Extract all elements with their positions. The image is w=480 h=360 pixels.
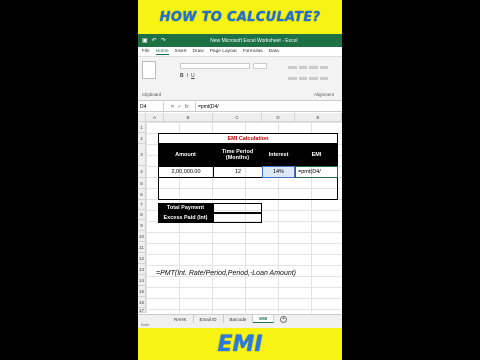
header-emi[interactable]: EMI (295, 144, 338, 166)
header-amount[interactable]: Amount (158, 144, 213, 166)
row-header[interactable]: 3 (138, 144, 146, 166)
add-sheet-icon[interactable]: + (280, 315, 288, 323)
row-header[interactable]: 14 (138, 275, 146, 286)
banner-top: HOW TO CALCULATE? (138, 0, 342, 34)
italic-button[interactable]: I (187, 73, 188, 79)
tab-emi[interactable]: EMI (253, 315, 275, 323)
interest-cell[interactable]: 14% (262, 166, 295, 178)
months-cell[interactable]: 12 (213, 166, 262, 178)
name-box[interactable]: D4 (138, 102, 164, 111)
save-icon[interactable]: ▣ (142, 37, 148, 44)
menu-page-layout[interactable]: Page Layout (210, 49, 237, 54)
total-payment-value[interactable] (213, 203, 262, 213)
excel-title-bar: ▣ ↶ ↷ New Microsoft Excel Worksheet - Ex… (138, 34, 342, 47)
formula-bar: D4 ✕ ✓ fx =pmt(D4/ (138, 102, 342, 112)
ribbon: B I U Clipboard Alignment (138, 57, 342, 101)
column-header-b[interactable]: B (164, 113, 213, 122)
alignment-group-label: Alignment (314, 92, 335, 97)
banner-bottom: EMI (138, 328, 342, 360)
format-buttons: B I U (180, 73, 195, 79)
row-header[interactable]: 2 (138, 133, 146, 144)
column-header-c[interactable]: C (213, 113, 262, 122)
row-header[interactable]: 6 (138, 189, 146, 200)
underline-button[interactable]: U (191, 73, 195, 79)
emi-formula-cell[interactable]: =pmt(D4/ (295, 166, 338, 178)
excess-paid-label[interactable]: Excess Paid (Int) (158, 213, 213, 223)
row-header[interactable]: 12 (138, 253, 146, 264)
window-title: New Microsoft Excel Worksheet - Excel (210, 37, 298, 44)
excess-paid-value[interactable] (213, 213, 262, 223)
menu-file[interactable]: File (142, 49, 150, 54)
row-header[interactable]: 17 (138, 308, 146, 313)
row-header[interactable]: 5 (138, 178, 146, 189)
row-header[interactable]: 16 (138, 297, 146, 308)
select-all-corner[interactable] (138, 113, 146, 122)
bold-button[interactable]: B (180, 73, 184, 79)
clipboard-group-label: Clipboard (142, 92, 162, 97)
emi-title-cell[interactable]: EMI Calculation (158, 133, 338, 144)
tab-rahk[interactable]: RAHK (168, 315, 194, 323)
sheet-tabs: RAHK Email ID Barcode EMI + (138, 314, 342, 323)
table-blank-area (158, 178, 338, 200)
menu-formulas[interactable]: Formulas (243, 49, 263, 54)
column-header-a[interactable]: A (146, 113, 164, 122)
row-header[interactable]: 10 (138, 231, 146, 242)
tab-email-id[interactable]: Email ID (194, 315, 224, 323)
row-header[interactable]: 13 (138, 264, 146, 275)
row-header[interactable]: 15 (138, 286, 146, 297)
row-header[interactable]: 9 (138, 220, 146, 231)
tab-barcode[interactable]: Barcode (224, 315, 254, 323)
row-header[interactable]: 7 (138, 200, 146, 210)
alignment-icons[interactable] (288, 63, 328, 83)
undo-icon[interactable]: ↶ (152, 37, 157, 44)
column-header-e[interactable]: E (295, 113, 342, 122)
header-time-period[interactable]: Time Period (Months) (213, 144, 262, 166)
total-payment-label[interactable]: Total Payment (158, 203, 213, 213)
paste-icon[interactable] (142, 61, 156, 79)
menu-draw[interactable]: Draw (193, 49, 204, 54)
font-name-dropdown[interactable] (180, 63, 250, 69)
menu-insert[interactable]: Insert (175, 49, 187, 54)
menu-home[interactable]: Home (155, 49, 169, 55)
header-interest[interactable]: Interest (262, 144, 295, 166)
row-header[interactable]: 4 (138, 166, 146, 178)
ribbon-tabs: File Home Insert Draw Page Layout Formul… (138, 47, 342, 57)
column-header-d[interactable]: D (262, 113, 295, 122)
menu-data[interactable]: Data (269, 49, 279, 54)
row-header[interactable]: 8 (138, 210, 146, 220)
formula-input[interactable]: =pmt(D4/ (196, 104, 219, 110)
worksheet-grid[interactable]: A B C D E 1 2 3 4 5 6 7 8 9 10 11 12 13 … (138, 113, 342, 313)
formula-note: =PMT(Int. Rate/Period,Period,-Loan Amoun… (156, 270, 296, 277)
fx-icon[interactable]: ✕ ✓ fx (164, 102, 196, 111)
row-header[interactable]: 11 (138, 242, 146, 253)
font-size-dropdown[interactable] (253, 63, 267, 69)
video-frame: HOW TO CALCULATE? ▣ ↶ ↷ New Microsoft Ex… (138, 0, 342, 360)
row-header[interactable]: 1 (138, 122, 146, 133)
amount-cell[interactable]: 2,00,000.00 (158, 166, 213, 178)
